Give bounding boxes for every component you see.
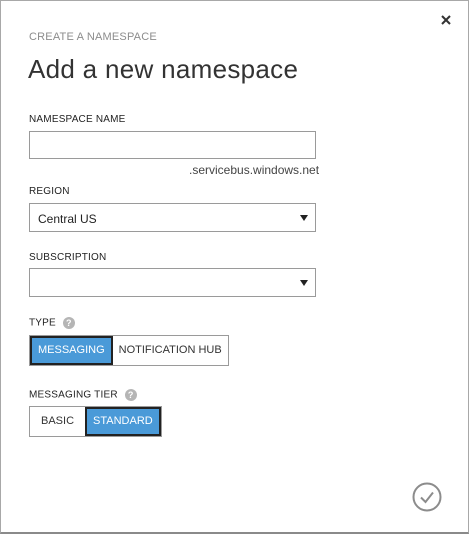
tier-option-standard[interactable]: STANDARD (85, 407, 161, 436)
tier-toggle: BASIC STANDARD (29, 406, 162, 437)
tier-option-basic[interactable]: BASIC (30, 407, 86, 436)
type-option-messaging[interactable]: MESSAGING (30, 336, 113, 365)
region-label: REGION (29, 186, 70, 197)
region-selected-value: Central US (38, 212, 97, 226)
subscription-select[interactable] (29, 268, 316, 297)
region-select[interactable]: Central US (29, 203, 316, 232)
dialog-overline: CREATE A NAMESPACE (29, 31, 157, 43)
close-icon[interactable] (438, 12, 454, 28)
question-mark-icon[interactable]: ? (124, 389, 137, 401)
checkmark-circle-icon[interactable] (412, 482, 442, 512)
namespace-name-label: NAMESPACE NAME (29, 114, 126, 125)
messaging-tier-label: MESSAGING TIER (29, 389, 118, 401)
chevron-down-icon (300, 215, 308, 221)
page-title: Add a new namespace (28, 54, 299, 84)
type-label: TYPE (29, 317, 56, 329)
type-toggle: MESSAGING NOTIFICATION HUB (29, 335, 229, 366)
chevron-down-icon (300, 280, 308, 286)
tier-label-row: MESSAGING TIER ? (29, 389, 137, 401)
namespace-suffix: .servicebus.windows.net (189, 163, 320, 177)
type-option-notification-hub[interactable]: NOTIFICATION HUB (112, 336, 228, 365)
subscription-label: SUBSCRIPTION (29, 252, 107, 263)
question-mark-icon[interactable]: ? (62, 317, 75, 329)
create-namespace-dialog: CREATE A NAMESPACE Add a new namespace N… (0, 0, 469, 534)
namespace-name-input[interactable] (29, 131, 316, 159)
type-label-row: TYPE ? (29, 317, 75, 329)
